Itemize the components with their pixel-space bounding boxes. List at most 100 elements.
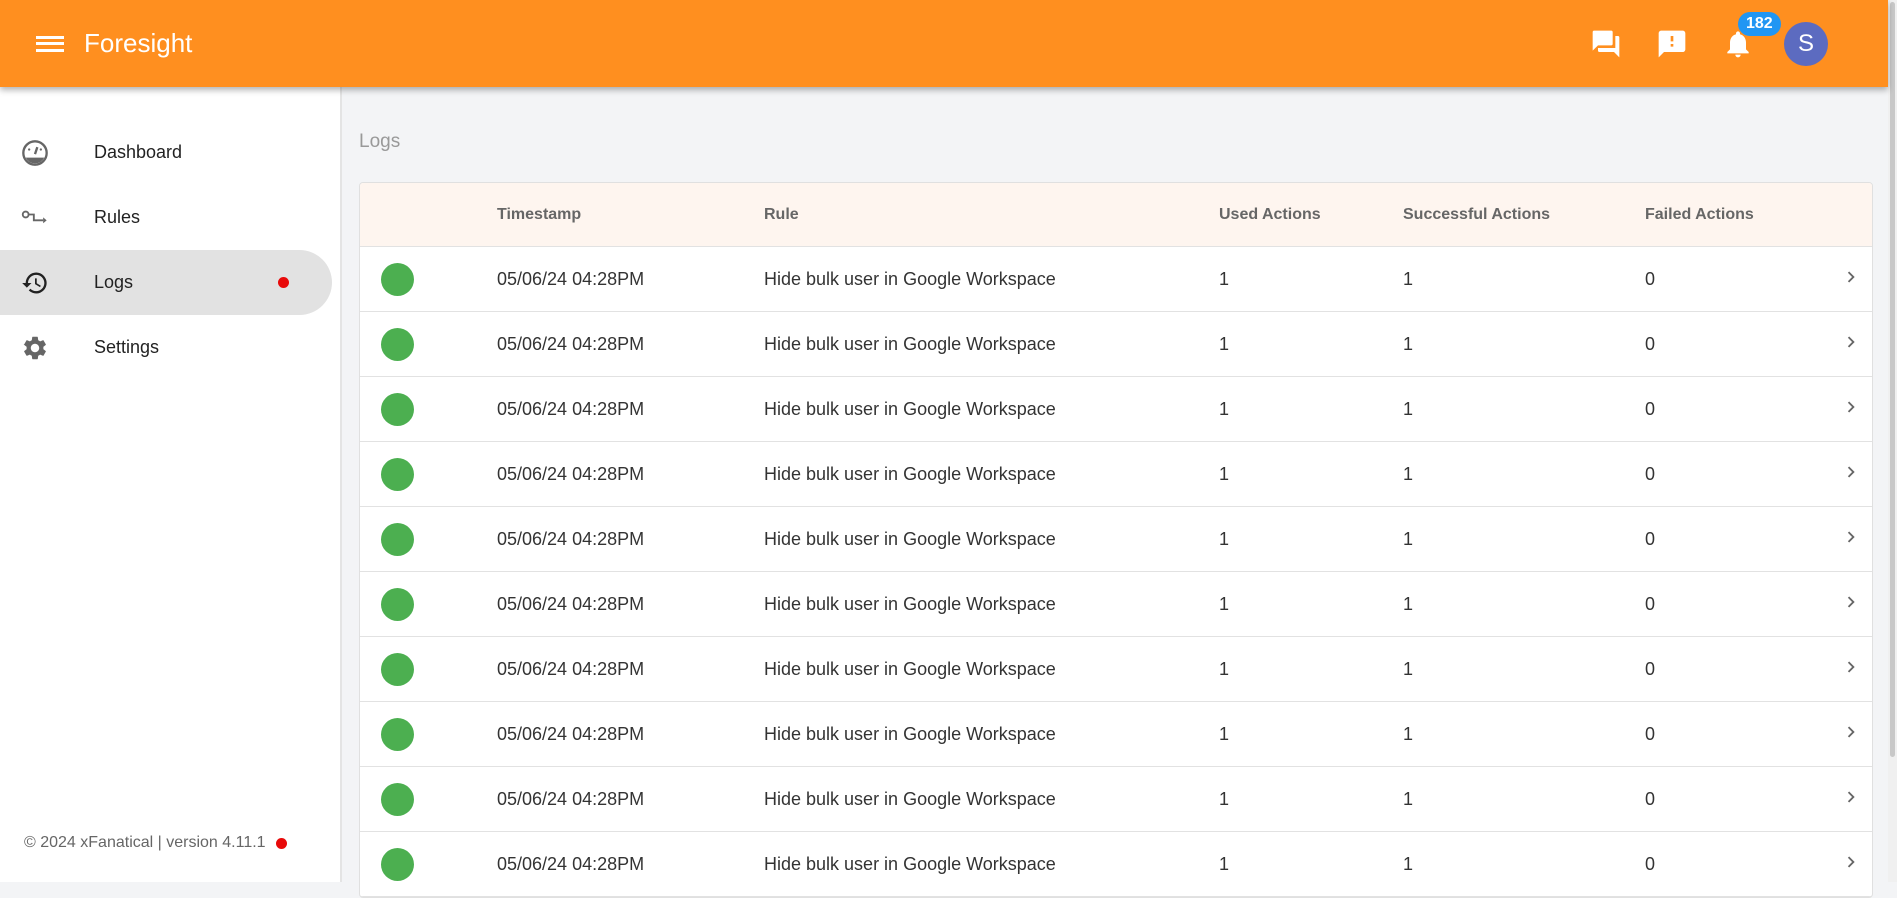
success-status-icon <box>381 588 414 621</box>
used-actions-cell: 1 <box>1219 464 1229 485</box>
failed-actions-cell: 0 <box>1645 529 1655 550</box>
notification-badge: 182 <box>1738 12 1781 36</box>
notifications-button[interactable]: 182 <box>1722 28 1754 60</box>
failed-actions-cell: 0 <box>1645 399 1655 420</box>
rule-cell: Hide bulk user in Google Workspace <box>764 269 1056 290</box>
column-header-rule: Rule <box>764 206 799 224</box>
used-actions-cell: 1 <box>1219 854 1229 875</box>
sidebar: Dashboard Rules Logs Settings © 2024 xFa… <box>0 87 342 882</box>
rule-cell: Hide bulk user in Google Workspace <box>764 854 1056 875</box>
success-status-icon <box>381 718 414 751</box>
successful-actions-cell: 1 <box>1403 594 1413 615</box>
failed-actions-cell: 0 <box>1645 464 1655 485</box>
used-actions-cell: 1 <box>1219 659 1229 680</box>
history-icon <box>21 269 49 297</box>
timestamp-cell: 05/06/24 04:28PM <box>497 659 644 680</box>
used-actions-cell: 1 <box>1219 269 1229 290</box>
rule-cell: Hide bulk user in Google Workspace <box>764 659 1056 680</box>
main-content: Logs Timestamp Rule Used Actions Success… <box>344 87 1888 882</box>
success-status-icon <box>381 458 414 491</box>
column-header-used-actions: Used Actions <box>1219 206 1321 224</box>
rule-cell: Hide bulk user in Google Workspace <box>764 724 1056 745</box>
success-status-icon <box>381 653 414 686</box>
failed-actions-cell: 0 <box>1645 659 1655 680</box>
sidebar-item-logs[interactable]: Logs <box>0 250 332 315</box>
table-row[interactable]: 05/06/24 04:28PM Hide bulk user in Googl… <box>360 572 1872 637</box>
table-row[interactable]: 05/06/24 04:28PM Hide bulk user in Googl… <box>360 637 1872 702</box>
rule-cell: Hide bulk user in Google Workspace <box>764 399 1056 420</box>
chat-icon[interactable] <box>1590 28 1622 60</box>
used-actions-cell: 1 <box>1219 724 1229 745</box>
chevron-right-icon[interactable] <box>1840 396 1862 423</box>
success-status-icon <box>381 523 414 556</box>
successful-actions-cell: 1 <box>1403 529 1413 550</box>
successful-actions-cell: 1 <box>1403 789 1413 810</box>
failed-actions-cell: 0 <box>1645 334 1655 355</box>
success-status-icon <box>381 263 414 296</box>
chevron-right-icon[interactable] <box>1840 721 1862 748</box>
chevron-right-icon[interactable] <box>1840 591 1862 618</box>
timestamp-cell: 05/06/24 04:28PM <box>497 334 644 355</box>
success-status-icon <box>381 783 414 816</box>
rule-cell: Hide bulk user in Google Workspace <box>764 789 1056 810</box>
table-row[interactable]: 05/06/24 04:28PM Hide bulk user in Googl… <box>360 312 1872 377</box>
chevron-right-icon[interactable] <box>1840 331 1862 358</box>
column-header-successful-actions: Successful Actions <box>1403 206 1550 224</box>
app-header: Foresight 182 S <box>0 0 1888 87</box>
page-scrollbar[interactable] <box>1888 0 1897 882</box>
avatar[interactable]: S <box>1784 22 1828 66</box>
table-row[interactable]: 05/06/24 04:28PM Hide bulk user in Googl… <box>360 507 1872 572</box>
table-header: Timestamp Rule Used Actions Successful A… <box>360 183 1872 247</box>
rule-cell: Hide bulk user in Google Workspace <box>764 529 1056 550</box>
sidebar-item-label: Dashboard <box>94 142 182 163</box>
used-actions-cell: 1 <box>1219 594 1229 615</box>
table-row[interactable]: 05/06/24 04:28PM Hide bulk user in Googl… <box>360 377 1872 442</box>
column-header-timestamp: Timestamp <box>497 206 581 224</box>
failed-actions-cell: 0 <box>1645 594 1655 615</box>
timestamp-cell: 05/06/24 04:28PM <box>497 464 644 485</box>
used-actions-cell: 1 <box>1219 399 1229 420</box>
table-row[interactable]: 05/06/24 04:28PM Hide bulk user in Googl… <box>360 832 1872 897</box>
sidebar-item-label: Logs <box>94 272 133 293</box>
timestamp-cell: 05/06/24 04:28PM <box>497 594 644 615</box>
speedometer-icon <box>21 139 49 167</box>
chevron-right-icon[interactable] <box>1840 266 1862 293</box>
footer: © 2024 xFanatical | version 4.11.1 <box>24 834 287 852</box>
table-row[interactable]: 05/06/24 04:28PM Hide bulk user in Googl… <box>360 247 1872 312</box>
used-actions-cell: 1 <box>1219 529 1229 550</box>
chevron-right-icon[interactable] <box>1840 461 1862 488</box>
successful-actions-cell: 1 <box>1403 659 1413 680</box>
chevron-right-icon[interactable] <box>1840 851 1862 878</box>
table-row[interactable]: 05/06/24 04:28PM Hide bulk user in Googl… <box>360 702 1872 767</box>
sidebar-item-settings[interactable]: Settings <box>0 315 332 380</box>
successful-actions-cell: 1 <box>1403 724 1413 745</box>
chevron-right-icon[interactable] <box>1840 526 1862 553</box>
used-actions-cell: 1 <box>1219 789 1229 810</box>
timestamp-cell: 05/06/24 04:28PM <box>497 269 644 290</box>
sidebar-item-dashboard[interactable]: Dashboard <box>0 120 332 185</box>
logs-alert-dot <box>278 277 289 288</box>
feedback-icon[interactable] <box>1656 28 1688 60</box>
successful-actions-cell: 1 <box>1403 334 1413 355</box>
timestamp-cell: 05/06/24 04:28PM <box>497 854 644 875</box>
menu-icon[interactable] <box>36 33 64 55</box>
app-title: Foresight <box>84 28 192 59</box>
rule-cell: Hide bulk user in Google Workspace <box>764 594 1056 615</box>
chevron-right-icon[interactable] <box>1840 786 1862 813</box>
column-header-failed-actions: Failed Actions <box>1645 206 1754 224</box>
successful-actions-cell: 1 <box>1403 854 1413 875</box>
success-status-icon <box>381 328 414 361</box>
timestamp-cell: 05/06/24 04:28PM <box>497 399 644 420</box>
successful-actions-cell: 1 <box>1403 269 1413 290</box>
page-title: Logs <box>359 131 400 153</box>
table-row[interactable]: 05/06/24 04:28PM Hide bulk user in Googl… <box>360 442 1872 507</box>
chevron-right-icon[interactable] <box>1840 656 1862 683</box>
table-row[interactable]: 05/06/24 04:28PM Hide bulk user in Googl… <box>360 767 1872 832</box>
sidebar-item-label: Settings <box>94 337 159 358</box>
failed-actions-cell: 0 <box>1645 269 1655 290</box>
version-alert-dot <box>276 838 287 849</box>
sidebar-item-rules[interactable]: Rules <box>0 185 332 250</box>
rule-cell: Hide bulk user in Google Workspace <box>764 334 1056 355</box>
failed-actions-cell: 0 <box>1645 724 1655 745</box>
timestamp-cell: 05/06/24 04:28PM <box>497 529 644 550</box>
